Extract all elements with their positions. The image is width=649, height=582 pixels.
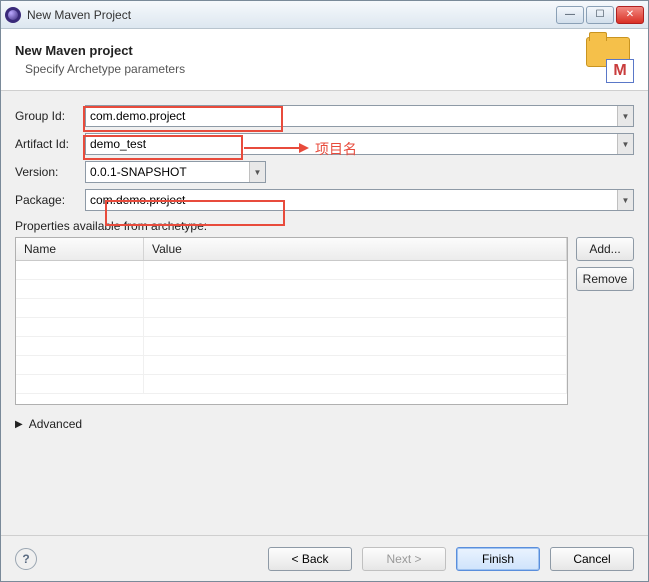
title-bar[interactable]: New Maven Project — ☐ ✕ — [1, 1, 648, 29]
table-row[interactable] — [16, 375, 567, 394]
annotation-text: 项目名 — [315, 139, 357, 159]
close-button[interactable]: ✕ — [616, 6, 644, 24]
chevron-down-icon[interactable]: ▼ — [249, 162, 265, 182]
group-id-combo[interactable]: ▼ — [85, 105, 634, 127]
expand-arrow-icon: ▶ — [15, 419, 23, 430]
column-value[interactable]: Value — [144, 238, 567, 260]
package-label: Package: — [15, 193, 85, 207]
table-row[interactable] — [16, 299, 567, 318]
page-title: New Maven project — [15, 43, 582, 58]
table-row[interactable] — [16, 280, 567, 299]
table-row[interactable] — [16, 261, 567, 280]
dialog-window: New Maven Project — ☐ ✕ New Maven projec… — [0, 0, 649, 582]
next-button: Next > — [362, 547, 446, 571]
wizard-header: New Maven project Specify Archetype para… — [1, 29, 648, 91]
version-input[interactable] — [86, 162, 249, 182]
page-subtitle: Specify Archetype parameters — [15, 62, 582, 76]
artifact-id-combo[interactable]: ▼ — [85, 133, 634, 155]
maven-icon: M — [582, 37, 634, 83]
annotation-arrow-head — [299, 143, 309, 153]
remove-button[interactable]: Remove — [576, 267, 634, 291]
window-title: New Maven Project — [27, 8, 554, 22]
version-row: Version: ▼ — [15, 161, 634, 183]
version-combo[interactable]: ▼ — [85, 161, 266, 183]
chevron-down-icon[interactable]: ▼ — [617, 106, 633, 126]
properties-label: Properties available from archetype: — [15, 219, 634, 233]
advanced-toggle[interactable]: ▶ Advanced — [15, 417, 634, 431]
table-row[interactable] — [16, 318, 567, 337]
back-button[interactable]: < Back — [268, 547, 352, 571]
chevron-down-icon[interactable]: ▼ — [617, 190, 633, 210]
properties-table[interactable]: Name Value — [15, 237, 568, 405]
button-bar: ? < Back Next > Finish Cancel — [1, 535, 648, 581]
eclipse-icon — [5, 7, 21, 23]
advanced-label: Advanced — [29, 417, 82, 431]
chevron-down-icon[interactable]: ▼ — [617, 134, 633, 154]
group-id-input[interactable] — [86, 106, 617, 126]
maximize-button[interactable]: ☐ — [586, 6, 614, 24]
artifact-id-label: Artifact Id: — [15, 137, 85, 151]
group-id-row: Group Id: ▼ — [15, 105, 634, 127]
version-label: Version: — [15, 165, 85, 179]
table-row[interactable] — [16, 356, 567, 375]
column-name[interactable]: Name — [16, 238, 144, 260]
package-combo[interactable]: ▼ — [85, 189, 634, 211]
cancel-button[interactable]: Cancel — [550, 547, 634, 571]
group-id-label: Group Id: — [15, 109, 85, 123]
package-input[interactable] — [86, 190, 617, 210]
table-row[interactable] — [16, 337, 567, 356]
help-icon[interactable]: ? — [15, 548, 37, 570]
minimize-button[interactable]: — — [556, 6, 584, 24]
package-row: Package: ▼ — [15, 189, 634, 211]
finish-button[interactable]: Finish — [456, 547, 540, 571]
annotation-arrow-line — [244, 147, 299, 149]
add-button[interactable]: Add... — [576, 237, 634, 261]
